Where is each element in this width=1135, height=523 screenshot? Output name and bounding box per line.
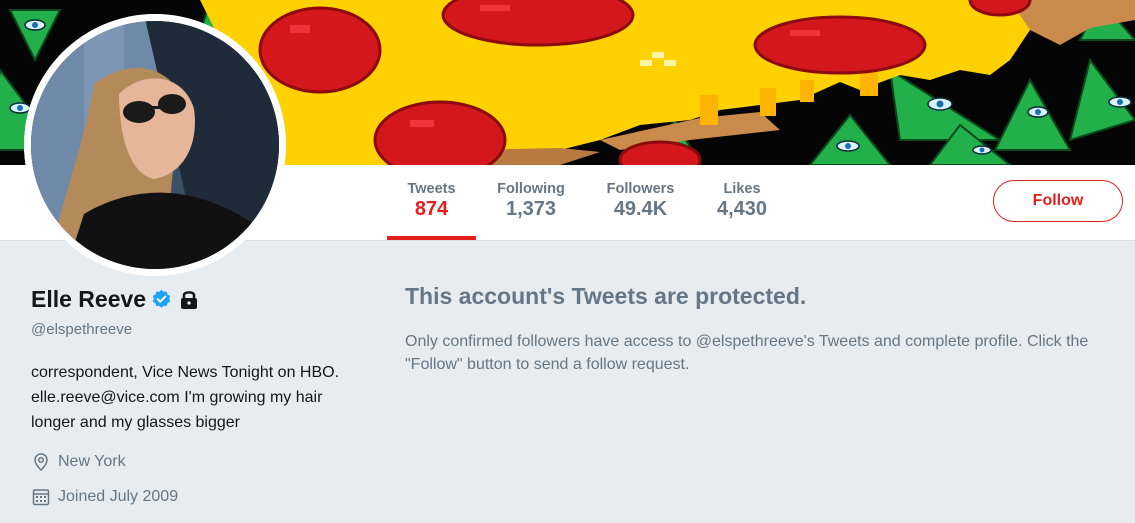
verified-badge-icon xyxy=(151,289,172,310)
stat-following-value: 1,373 xyxy=(505,198,557,220)
lock-icon xyxy=(179,289,199,310)
stat-likes[interactable]: Likes 4,430 xyxy=(707,165,777,240)
profile-name-row: Elle Reeve xyxy=(31,286,199,313)
location-pin-icon xyxy=(34,453,48,472)
follow-button[interactable]: Follow xyxy=(993,180,1123,222)
calendar-icon xyxy=(32,489,50,506)
protected-title: This account's Tweets are protected. xyxy=(405,283,807,309)
profile-bio: correspondent, Vice News Tonight on HBO.… xyxy=(31,364,340,431)
profile-name[interactable]: Elle Reeve xyxy=(31,286,146,313)
stat-likes-value: 4,430 xyxy=(716,198,768,220)
location-text: New York xyxy=(58,453,126,470)
stat-followers[interactable]: Followers 49.4K xyxy=(597,165,684,240)
profile-location: New York xyxy=(31,452,126,472)
avatar-photo xyxy=(24,14,286,276)
stat-tweets[interactable]: Tweets 874 xyxy=(387,165,476,240)
stat-following-label: Following xyxy=(497,181,565,197)
stat-likes-label: Likes xyxy=(723,181,761,197)
joined-text: Joined July 2009 xyxy=(58,488,179,505)
protected-message: Only confirmed followers have access to … xyxy=(405,333,1089,373)
stat-tweets-label: Tweets xyxy=(407,181,456,197)
stat-followers-label: Followers xyxy=(606,181,675,197)
active-tab-indicator xyxy=(387,236,476,240)
profile-handle[interactable]: @elspethreeve xyxy=(31,321,132,338)
stat-following[interactable]: Following 1,373 xyxy=(486,165,576,240)
stat-followers-value: 49.4K xyxy=(613,198,668,220)
stat-tweets-value: 874 xyxy=(414,198,449,220)
profile-joined: Joined July 2009 xyxy=(31,487,178,507)
avatar[interactable] xyxy=(24,14,286,276)
